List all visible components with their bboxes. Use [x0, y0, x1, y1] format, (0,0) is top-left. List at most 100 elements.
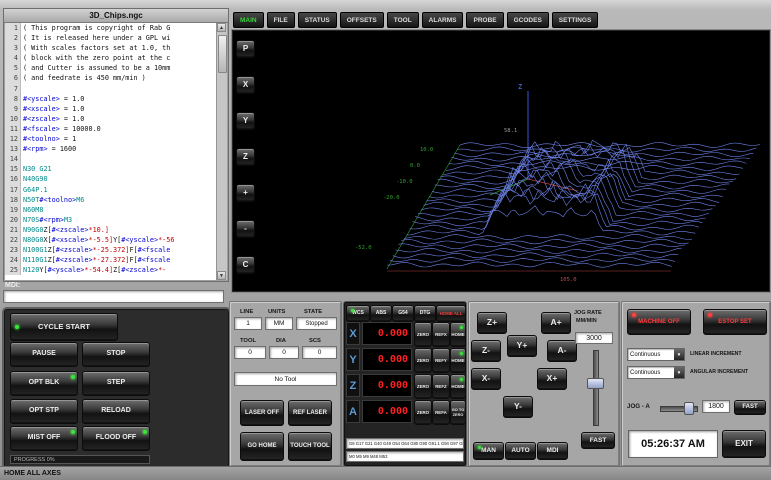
ref-z-button[interactable]: REFZ	[432, 374, 450, 399]
line-label: LINE	[240, 309, 253, 315]
linear-increment-dropdown[interactable]: Continuous ▼	[627, 348, 685, 361]
gcode-line: 23N100G1Z[#<zscale>*-25.372]F[#<fscale	[5, 245, 217, 255]
cycle-start-label: CYCLE START	[38, 323, 90, 332]
zero-z-button[interactable]: ZERO	[414, 374, 432, 399]
machine-off-button[interactable]: MACHINE OFF	[627, 309, 691, 335]
jog-x-minus-button[interactable]: X-	[471, 368, 501, 390]
stop-button[interactable]: STOP	[82, 342, 150, 367]
machine-off-label: MACHINE OFF	[638, 319, 680, 326]
jog-a-label: JOG - A	[627, 403, 650, 410]
cycle-start-button[interactable]: CYCLE START	[10, 313, 118, 341]
jog-z-plus-button[interactable]: Z+	[477, 312, 507, 334]
plot-view-button-z[interactable]: Z	[236, 148, 255, 166]
green-led-icon	[460, 326, 463, 329]
jog-rate-units: MM/MIN	[576, 318, 597, 324]
mdi-mode-button[interactable]: MDI	[537, 442, 568, 460]
green-led-icon	[71, 375, 75, 379]
reload-label: RELOAD	[101, 407, 131, 415]
svg-text:105.0: 105.0	[560, 277, 577, 283]
jog-a-minus-button[interactable]: A-	[547, 340, 577, 362]
estop-set-button[interactable]: ESTOP SET	[703, 309, 767, 335]
ref-x-button[interactable]: REFX	[432, 322, 450, 347]
exit-button[interactable]: EXIT	[722, 430, 766, 458]
gcode-scrollbar[interactable]: ▲ ▼	[216, 23, 227, 280]
ref-laser-button[interactable]: REF LASER	[288, 400, 332, 426]
plot-view-button-c[interactable]: C	[236, 256, 255, 274]
tool-name-value: No Tool	[234, 372, 337, 386]
jog-a-plus-button[interactable]: A+	[541, 312, 571, 334]
scs-label: SCS	[309, 338, 321, 344]
gcode-line: 24N110G1Z[#<zscale>*-27.372]F[#<fscale	[5, 255, 217, 265]
gcode-lines[interactable]: 1( This program is copyright of Rab G2( …	[5, 23, 217, 280]
jog-x-minus-label: X-	[482, 374, 491, 384]
plot-view-button-p[interactable]: P	[236, 40, 255, 58]
scroll-down-icon[interactable]: ▼	[217, 271, 226, 280]
gcode-line: 19N60M8	[5, 205, 217, 215]
plot-view-button-x[interactable]: X	[236, 76, 255, 94]
gcode-line: 20N70S#<rpm>M3	[5, 215, 217, 225]
scs-value: 0	[302, 346, 337, 359]
pause-button[interactable]: PAUSE	[10, 342, 78, 367]
opt-stp-button[interactable]: OPT STP	[10, 399, 78, 424]
gcode-file-title: 3D_Chips.ngc	[4, 9, 228, 23]
reload-button[interactable]: RELOAD	[82, 399, 150, 424]
go-home-label: GO HOME	[247, 443, 276, 450]
opt-blk-button[interactable]: OPT BLK	[10, 371, 78, 396]
auto-mode-button[interactable]: AUTO	[505, 442, 536, 460]
jog-y-plus-button[interactable]: Y+	[507, 335, 537, 357]
toolpath-plot[interactable]: Z58.110.00.0-10.0-20.0-52.0105.0	[260, 33, 766, 289]
touch-tool-button[interactable]: TOUCH TOOL	[288, 432, 332, 461]
machine-power-panel: MACHINE OFF ESTOP SET Continuous ▼ LINEA…	[621, 301, 771, 467]
gcode-line: 14	[5, 154, 217, 164]
tab-main[interactable]: MAIN	[233, 12, 264, 28]
go-home-button[interactable]: GO HOME	[240, 432, 284, 461]
mist-off-button[interactable]: MIST OFF	[10, 426, 78, 451]
tab-tool[interactable]: TOOL	[387, 12, 419, 28]
ref-a-button[interactable]: REFA	[432, 400, 450, 425]
jog-a-slider-thumb[interactable]	[684, 402, 694, 415]
chevron-down-icon[interactable]: ▼	[674, 367, 684, 378]
state-label: STATE	[304, 309, 322, 315]
man-mode-button[interactable]: MAN	[473, 442, 504, 460]
angular-increment-dropdown[interactable]: Continuous ▼	[627, 366, 685, 379]
flood-off-button[interactable]: FLOOD OFF	[82, 426, 150, 451]
tab-status[interactable]: STATUS	[298, 12, 337, 28]
step-button[interactable]: STEP	[82, 371, 150, 396]
jog-fast-label: FAST	[590, 437, 607, 444]
gcode-line: 8#<yscale> = 1.0	[5, 94, 217, 104]
tab-settings[interactable]: SETTINGS	[552, 12, 599, 28]
jog-x-plus-button[interactable]: X+	[537, 368, 567, 390]
zero-y-button[interactable]: ZERO	[414, 348, 432, 373]
chevron-down-icon[interactable]: ▼	[674, 349, 684, 360]
green-led-icon	[478, 446, 481, 449]
jog-fast-button[interactable]: FAST	[581, 432, 615, 449]
gcode-line: 10#<zscale> = 1.0	[5, 114, 217, 124]
home-z-button[interactable]: HOME	[450, 374, 466, 399]
tab-probe[interactable]: PROBE	[466, 12, 503, 28]
jog-z-minus-button[interactable]: Z-	[471, 340, 501, 362]
tab-gcodes[interactable]: GCODES	[507, 12, 549, 28]
mdi-input[interactable]	[3, 290, 224, 303]
svg-text:0.0: 0.0	[410, 163, 420, 169]
scrollbar-thumb[interactable]	[218, 35, 227, 73]
plot-view-button-minus[interactable]: -	[236, 220, 255, 238]
scroll-up-icon[interactable]: ▲	[217, 23, 226, 32]
dro-axis-z: Z	[346, 374, 360, 397]
tab-alarms[interactable]: ALARMS	[422, 12, 464, 28]
plot-view-button-plus[interactable]: +	[236, 184, 255, 202]
gcode-line: 1( This program is copyright of Rab G	[5, 23, 217, 33]
zero-a-button[interactable]: ZERO	[414, 400, 432, 425]
home-a-button[interactable]: GO TO ZERO	[450, 400, 466, 425]
plot-view-button-y[interactable]: Y	[236, 112, 255, 130]
tab-offsets[interactable]: OFFSETS	[340, 12, 384, 28]
ref-y-button[interactable]: REFY	[432, 348, 450, 373]
home-y-button[interactable]: HOME	[450, 348, 466, 373]
laser-off-button[interactable]: LASER OFF	[240, 400, 284, 426]
jog-rate-slider-thumb[interactable]	[587, 378, 604, 389]
opt-blk-label: OPT BLK	[29, 379, 60, 387]
zero-x-button[interactable]: ZERO	[414, 322, 432, 347]
home-x-button[interactable]: HOME	[450, 322, 466, 347]
jog-a-fast-button[interactable]: FAST	[734, 400, 766, 415]
jog-y-minus-button[interactable]: Y-	[503, 396, 533, 418]
tab-file[interactable]: FILE	[267, 12, 295, 28]
